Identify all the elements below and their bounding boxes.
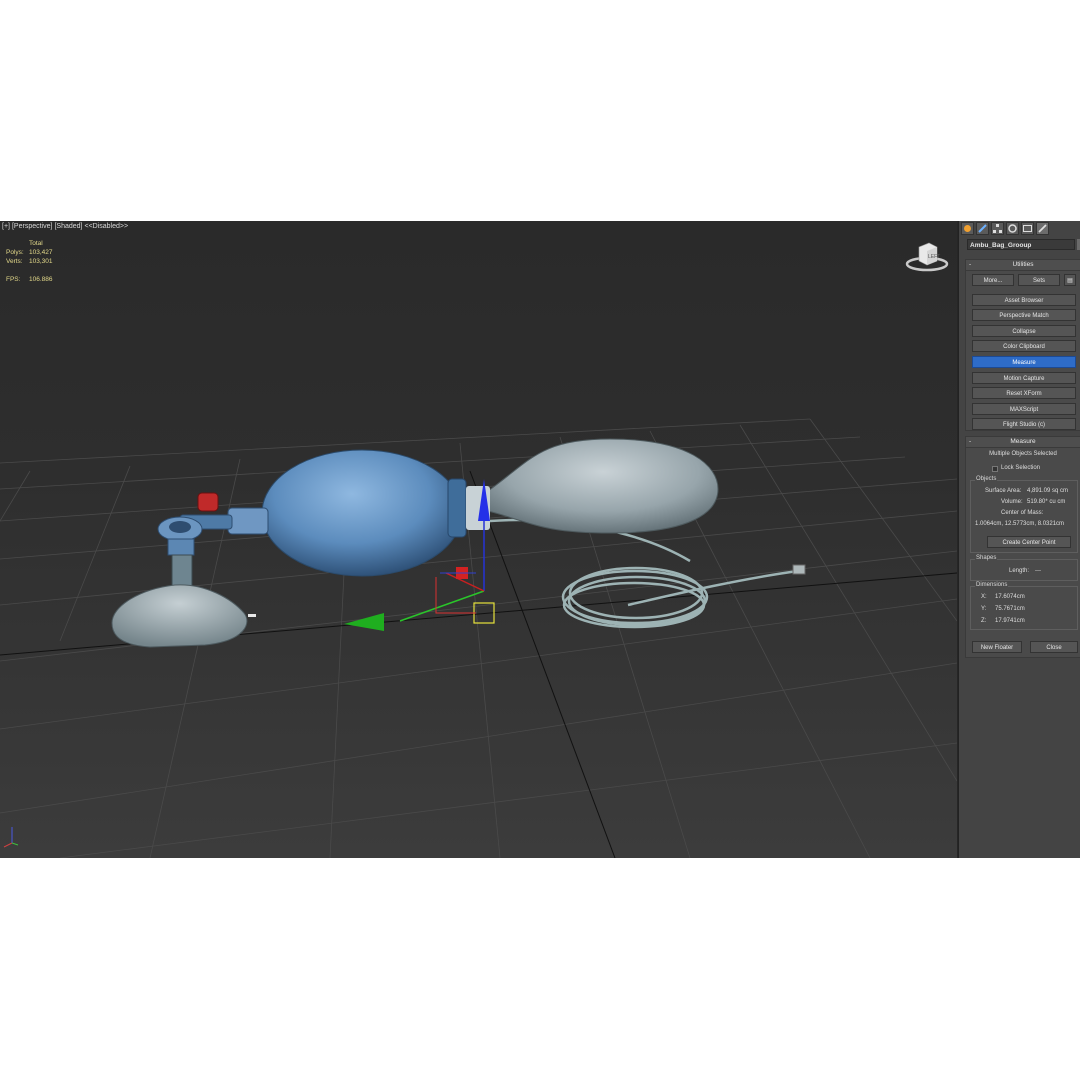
sets-button[interactable]: Sets bbox=[1018, 274, 1060, 286]
asset-browser-button[interactable]: Asset Browser bbox=[972, 294, 1076, 306]
measure-rollout-header[interactable]: - Measure bbox=[966, 437, 1080, 448]
tube-connector bbox=[792, 564, 806, 575]
shapes-group-title: Shapes bbox=[975, 555, 998, 561]
volume-value: 519.80* cu cm bbox=[1027, 499, 1066, 505]
lock-selection-label: Lock Selection bbox=[1001, 465, 1041, 471]
fps-value: 106.886 bbox=[29, 276, 53, 283]
fps-label: FPS: bbox=[6, 276, 21, 283]
objects-group-title: Objects bbox=[975, 476, 998, 482]
valve-assembly bbox=[157, 492, 269, 588]
motion-capture-button[interactable]: Motion Capture bbox=[972, 372, 1076, 384]
dimensions-group: Dimensions X: 17.6074cm Y: 75.7671cm Z: … bbox=[970, 582, 1078, 630]
utilities-rollout-header[interactable]: - Utilities bbox=[966, 260, 1080, 271]
measure-rollout: - Measure Multiple Objects Selected Lock … bbox=[965, 436, 1080, 658]
polys-label: Polys: bbox=[6, 249, 24, 256]
lock-selection-checkbox[interactable] bbox=[992, 466, 998, 472]
volume-label: Volume: bbox=[1001, 499, 1023, 505]
utilities-icon[interactable] bbox=[1036, 222, 1049, 235]
3ds-max-window: [+] [Perspective] [Shaded] <<Disabled>> Tot… bbox=[0, 221, 1080, 858]
surface-area-value: 4,891.09 sq cm bbox=[1027, 488, 1069, 494]
command-panel: Ambu_Bag_Grooup - Utilities More... Sets … bbox=[958, 221, 1080, 858]
viewcube-face-label: LEFT bbox=[928, 254, 940, 260]
configure-sets-icon[interactable]: ▤ bbox=[1064, 274, 1076, 286]
measure-title: Measure bbox=[1010, 438, 1036, 445]
dimension-y-label: Y: bbox=[981, 606, 987, 612]
dimension-x-value: 17.6074cm bbox=[995, 594, 1025, 600]
verts-label: Verts: bbox=[6, 258, 23, 265]
center-of-mass-label: Center of Mass: bbox=[1001, 510, 1044, 516]
oxygen-tube bbox=[489, 518, 799, 629]
more-button[interactable]: More... bbox=[972, 274, 1014, 286]
viewport-shading-menu[interactable]: [Shaded] bbox=[54, 223, 82, 230]
utilities-title: Utilities bbox=[1012, 261, 1034, 268]
reservoir-bag bbox=[487, 438, 719, 534]
center-of-mass-value: 1.0064cm, 12.5773cm, 8.0321cm bbox=[975, 521, 1065, 527]
measure-button[interactable]: Measure bbox=[972, 356, 1076, 368]
close-button[interactable]: Close bbox=[1030, 641, 1078, 653]
command-panel-tabs bbox=[961, 222, 1049, 236]
viewport-general-menu[interactable]: [+] bbox=[2, 223, 10, 230]
create-center-point-button[interactable]: Create Center Point bbox=[987, 536, 1071, 548]
object-name-field[interactable]: Ambu_Bag_Grooup bbox=[967, 239, 1075, 250]
perspective-match-button[interactable]: Perspective Match bbox=[972, 309, 1076, 321]
viewport-disabled-label: <<Disabled>> bbox=[84, 223, 129, 230]
squeeze-bulb bbox=[261, 449, 490, 577]
viewport-statistics: Total Polys: 103,427 Verts: 103,301 FPS: 10… bbox=[6, 239, 53, 284]
dimension-x-label: X: bbox=[981, 594, 987, 600]
viewport-label-menu[interactable]: [+] [Perspective] [Shaded] <<Disabled>> bbox=[2, 223, 130, 230]
length-value: --- bbox=[1035, 568, 1041, 574]
viewport-pov-menu[interactable]: [Perspective] bbox=[12, 223, 52, 230]
dimensions-group-title: Dimensions bbox=[975, 582, 1009, 588]
surface-area-label: Surface Area: bbox=[985, 488, 1022, 494]
dimension-z-value: 17.9741cm bbox=[995, 618, 1025, 624]
scene-render bbox=[0, 418, 957, 858]
verts-value: 103,301 bbox=[29, 258, 53, 265]
collapse-button[interactable]: Collapse bbox=[972, 325, 1076, 337]
polys-value: 103,427 bbox=[29, 249, 53, 256]
reset-xform-button[interactable]: Reset XForm bbox=[972, 387, 1076, 399]
shapes-group: Shapes Length: --- bbox=[970, 555, 1078, 581]
dimension-z-label: Z: bbox=[981, 618, 987, 624]
viewcube[interactable]: LEFT bbox=[905, 239, 949, 273]
utilities-rollout: - Utilities More... Sets ▤ Asset Browser … bbox=[965, 259, 1080, 431]
dimension-y-value: 75.7671cm bbox=[995, 606, 1025, 612]
create-icon[interactable] bbox=[961, 222, 974, 235]
modify-icon[interactable] bbox=[976, 222, 989, 235]
length-label: Length: bbox=[1009, 568, 1030, 574]
stats-total-header: Total bbox=[29, 240, 43, 247]
maxscript-button[interactable]: MAXScript bbox=[972, 403, 1076, 415]
hierarchy-icon[interactable] bbox=[991, 222, 1004, 235]
objects-group: Objects Surface Area: 4,891.09 sq cm Vol… bbox=[970, 476, 1078, 553]
color-clipboard-button[interactable]: Color Clipboard bbox=[972, 340, 1076, 352]
face-mask bbox=[111, 584, 256, 648]
motion-icon[interactable] bbox=[1006, 222, 1019, 235]
perspective-viewport[interactable]: [+] [Perspective] [Shaded] <<Disabled>> Tot… bbox=[0, 221, 957, 858]
axis-tripod bbox=[3, 827, 19, 848]
display-icon[interactable] bbox=[1021, 222, 1034, 235]
new-floater-button[interactable]: New Floater bbox=[972, 641, 1022, 653]
flight-studio-button[interactable]: Flight Studio (c) bbox=[972, 418, 1076, 430]
selection-status-text: Multiple Objects Selected bbox=[989, 451, 1057, 457]
